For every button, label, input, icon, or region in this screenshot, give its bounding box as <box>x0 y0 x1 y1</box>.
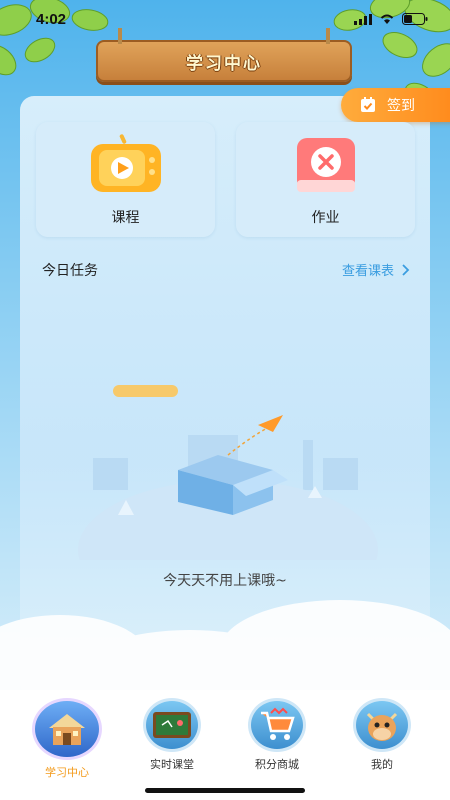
empty-state-text: 今天天不用上课哦~ <box>163 573 287 589</box>
school-house-icon <box>32 698 102 760</box>
signin-label: 签到 <box>387 98 415 114</box>
wifi-icon <box>380 14 394 24</box>
clouds-decoration <box>0 600 450 700</box>
tv-play-icon <box>90 134 161 192</box>
homework-label: 作业 <box>311 210 340 226</box>
homework-card[interactable]: 作业 <box>236 122 415 237</box>
homework-book-icon <box>296 138 355 192</box>
rope-right <box>326 28 330 44</box>
chevron-right-icon <box>402 263 410 276</box>
status-time: 4:02 <box>36 11 67 28</box>
signin-button[interactable]: 签到 <box>341 88 450 122</box>
tab-points-mall-label: 积分商城 <box>255 758 299 771</box>
home-indicator <box>145 788 305 793</box>
view-schedule-link[interactable]: 查看课表 <box>342 260 410 279</box>
status-bar: 4:02 <box>0 0 450 40</box>
tab-mine-label: 我的 <box>371 758 393 771</box>
course-label: 课程 <box>111 210 140 226</box>
rope-left <box>118 28 122 44</box>
view-schedule-label: 查看课表 <box>341 264 394 279</box>
tab-points-mall[interactable]: 积分商城 <box>237 698 317 772</box>
signal-icon <box>354 13 372 25</box>
blackboard-icon <box>143 698 201 752</box>
tab-mine[interactable]: 我的 <box>342 698 422 772</box>
calendar-check-icon <box>361 97 375 112</box>
tab-live-class[interactable]: 实时课堂 <box>132 698 212 772</box>
battery-icon <box>402 13 428 25</box>
page-title-board: 学习中心 <box>96 28 352 82</box>
course-card[interactable]: 课程 <box>36 122 215 237</box>
bottom-tab-bar: 学习中心 实时课堂 积分商城 我的 <box>0 690 450 800</box>
page-title: 学习中心 <box>186 53 262 74</box>
cartoon-cow-icon <box>353 698 411 752</box>
shopping-cart-icon <box>248 698 306 752</box>
tab-learning-center[interactable]: 学习中心 <box>27 698 107 780</box>
today-tasks-title: 今日任务 <box>42 263 98 279</box>
tab-learning-center-label: 学习中心 <box>45 766 89 779</box>
tab-live-class-label: 实时课堂 <box>150 758 194 771</box>
empty-box-illustration <box>78 385 378 560</box>
status-icons <box>354 13 428 25</box>
